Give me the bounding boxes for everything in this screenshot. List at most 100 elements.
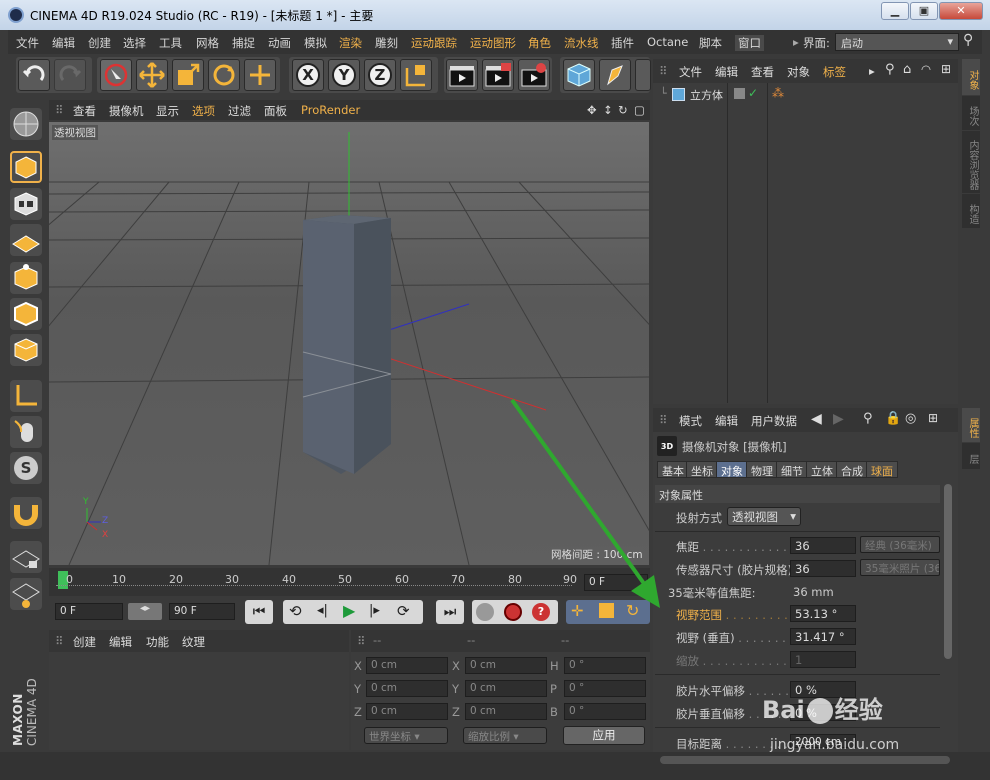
- coordinate-mode-dropdown[interactable]: 世界坐标 ▾: [364, 727, 448, 744]
- move-button[interactable]: [136, 59, 168, 91]
- pan-view-icon[interactable]: ✥: [587, 103, 597, 117]
- object-menu-tags[interactable]: 标签: [823, 64, 846, 80]
- frame-range-slider[interactable]: ◂▸: [128, 603, 162, 620]
- position-y-field[interactable]: 0 cm: [366, 680, 448, 697]
- menu-select[interactable]: 选择: [123, 35, 146, 51]
- undo-button[interactable]: [18, 59, 50, 91]
- live-select-button[interactable]: [100, 59, 132, 91]
- lock-workplane-button[interactable]: [10, 541, 42, 573]
- redo-button[interactable]: [54, 59, 86, 91]
- edges-mode-button[interactable]: [10, 298, 42, 330]
- record-off-icon[interactable]: [476, 603, 494, 621]
- back-arrow-icon[interactable]: ◀: [811, 411, 822, 427]
- scale-button[interactable]: [172, 59, 204, 91]
- texture-mode-button[interactable]: [10, 188, 42, 220]
- zoom-field[interactable]: 1: [790, 651, 856, 668]
- menu-mesh[interactable]: 网格: [196, 35, 219, 51]
- object-menu-objects[interactable]: 对象: [787, 64, 810, 80]
- search-icon[interactable]: ⚲: [863, 411, 873, 426]
- rotation-p-field[interactable]: 0 °: [564, 680, 646, 697]
- sensor-preset-dropdown[interactable]: 35毫米照片 (36: [860, 559, 940, 576]
- layout-dropdown[interactable]: 启动 ▾: [835, 33, 959, 51]
- viewport-menu-panel[interactable]: 面板: [264, 103, 287, 119]
- menu-snap[interactable]: 捕捉: [232, 35, 255, 51]
- attr-tab-physical[interactable]: 物理: [746, 461, 778, 478]
- move-view-icon[interactable]: ↕: [603, 103, 613, 117]
- snap-button[interactable]: S: [10, 452, 42, 484]
- cube-object-button[interactable]: [563, 59, 595, 91]
- menu-tools[interactable]: 工具: [159, 35, 182, 51]
- new-window-icon[interactable]: ⊞: [928, 411, 938, 425]
- menu-animate[interactable]: 动画: [268, 35, 291, 51]
- maximize-button[interactable]: ▣: [910, 2, 938, 20]
- lock-icon[interactable]: 🔒: [885, 411, 901, 426]
- field-of-view-field[interactable]: 53.13 °: [790, 605, 856, 622]
- menu-character[interactable]: 角色: [528, 35, 551, 51]
- material-menu-create[interactable]: 创建: [73, 634, 96, 650]
- viewport-menu-options[interactable]: 选项: [192, 103, 215, 119]
- object-menu-edit[interactable]: 编辑: [715, 64, 738, 80]
- attribute-menu-mode[interactable]: 模式: [679, 413, 702, 429]
- enabled-check-icon[interactable]: ✓: [748, 86, 758, 100]
- material-menu-edit[interactable]: 编辑: [109, 634, 132, 650]
- horizontal-scrollbar[interactable]: [660, 756, 950, 764]
- vertical-fov-field[interactable]: 31.417 °: [790, 628, 856, 645]
- attr-tab-details[interactable]: 细节: [776, 461, 808, 478]
- menu-motion-tracking[interactable]: 运动跟踪: [411, 35, 457, 51]
- viewport-menu-filter[interactable]: 过滤: [228, 103, 251, 119]
- tab-layers[interactable]: 层: [962, 443, 980, 469]
- pen-tool-button[interactable]: [599, 59, 631, 91]
- sensor-size-field[interactable]: 36: [790, 560, 856, 577]
- new-window-icon[interactable]: ⊞: [941, 62, 951, 76]
- menu-sculpt[interactable]: 雕刻: [375, 35, 398, 51]
- y-axis-button[interactable]: Y: [328, 59, 360, 91]
- position-x-field[interactable]: 0 cm: [366, 657, 448, 674]
- focal-preset-dropdown[interactable]: 经典 (36毫米): [860, 536, 940, 553]
- workplane-button[interactable]: [10, 224, 42, 256]
- eye-icon[interactable]: ◠: [921, 62, 931, 76]
- render-picture-viewer-button[interactable]: [482, 59, 514, 91]
- minimize-button[interactable]: ▁: [881, 2, 909, 20]
- rotate-view-icon[interactable]: ↻: [618, 103, 628, 117]
- menu-render[interactable]: 渲染: [339, 35, 362, 51]
- viewport-menu-display[interactable]: 显示: [156, 103, 179, 119]
- attr-tab-coord[interactable]: 坐标: [686, 461, 718, 478]
- attr-tab-object[interactable]: 对象: [716, 461, 748, 478]
- x-axis-button[interactable]: X: [292, 59, 324, 91]
- menu-file[interactable]: 文件: [16, 35, 39, 51]
- more-tools-button[interactable]: [635, 59, 651, 91]
- rotation-b-field[interactable]: 0 °: [564, 703, 646, 720]
- tab-attributes[interactable]: 属性: [962, 408, 980, 442]
- workplane-align-button[interactable]: [10, 578, 42, 610]
- start-frame-field[interactable]: 0 F: [55, 603, 123, 620]
- axis-mode-button[interactable]: [10, 380, 42, 412]
- tab-content-browser[interactable]: 内容浏览器: [962, 131, 980, 193]
- tag-icon[interactable]: ⁂: [772, 86, 784, 100]
- menu-create[interactable]: 创建: [88, 35, 111, 51]
- polygons-mode-button[interactable]: [10, 334, 42, 366]
- attr-tab-composition[interactable]: 合成: [836, 461, 868, 478]
- menu-pipeline[interactable]: 流水线: [564, 35, 599, 51]
- object-menu-view[interactable]: 查看: [751, 64, 774, 80]
- size-z-field[interactable]: 0 cm: [465, 703, 547, 720]
- viewport-menu-prorender[interactable]: ProRender: [301, 103, 360, 117]
- make-editable-button[interactable]: [10, 108, 42, 140]
- tab-objects[interactable]: 对象: [962, 59, 980, 95]
- size-y-field[interactable]: 0 cm: [465, 680, 547, 697]
- tweak-mode-button[interactable]: [10, 416, 42, 448]
- points-mode-button[interactable]: [10, 262, 42, 294]
- render-view-button[interactable]: [446, 59, 478, 91]
- maximize-view-icon[interactable]: ▢: [634, 103, 645, 117]
- goto-start-button[interactable]: ⏮: [245, 600, 273, 624]
- tab-structure[interactable]: 构造: [962, 194, 980, 228]
- attribute-scrollbar[interactable]: [944, 484, 952, 659]
- target-icon[interactable]: ◎: [905, 411, 916, 426]
- prev-frame-icon[interactable]: ◂|: [317, 603, 328, 618]
- render-settings-button[interactable]: [518, 59, 550, 91]
- material-menu-texture[interactable]: 纹理: [182, 634, 205, 650]
- search-icon[interactable]: ⚲: [885, 62, 895, 77]
- z-axis-button[interactable]: Z: [364, 59, 396, 91]
- tab-takes[interactable]: 场次: [962, 96, 980, 130]
- next-key-icon[interactable]: ⟳: [397, 602, 410, 620]
- viewport-menu-cameras[interactable]: 摄像机: [109, 103, 144, 119]
